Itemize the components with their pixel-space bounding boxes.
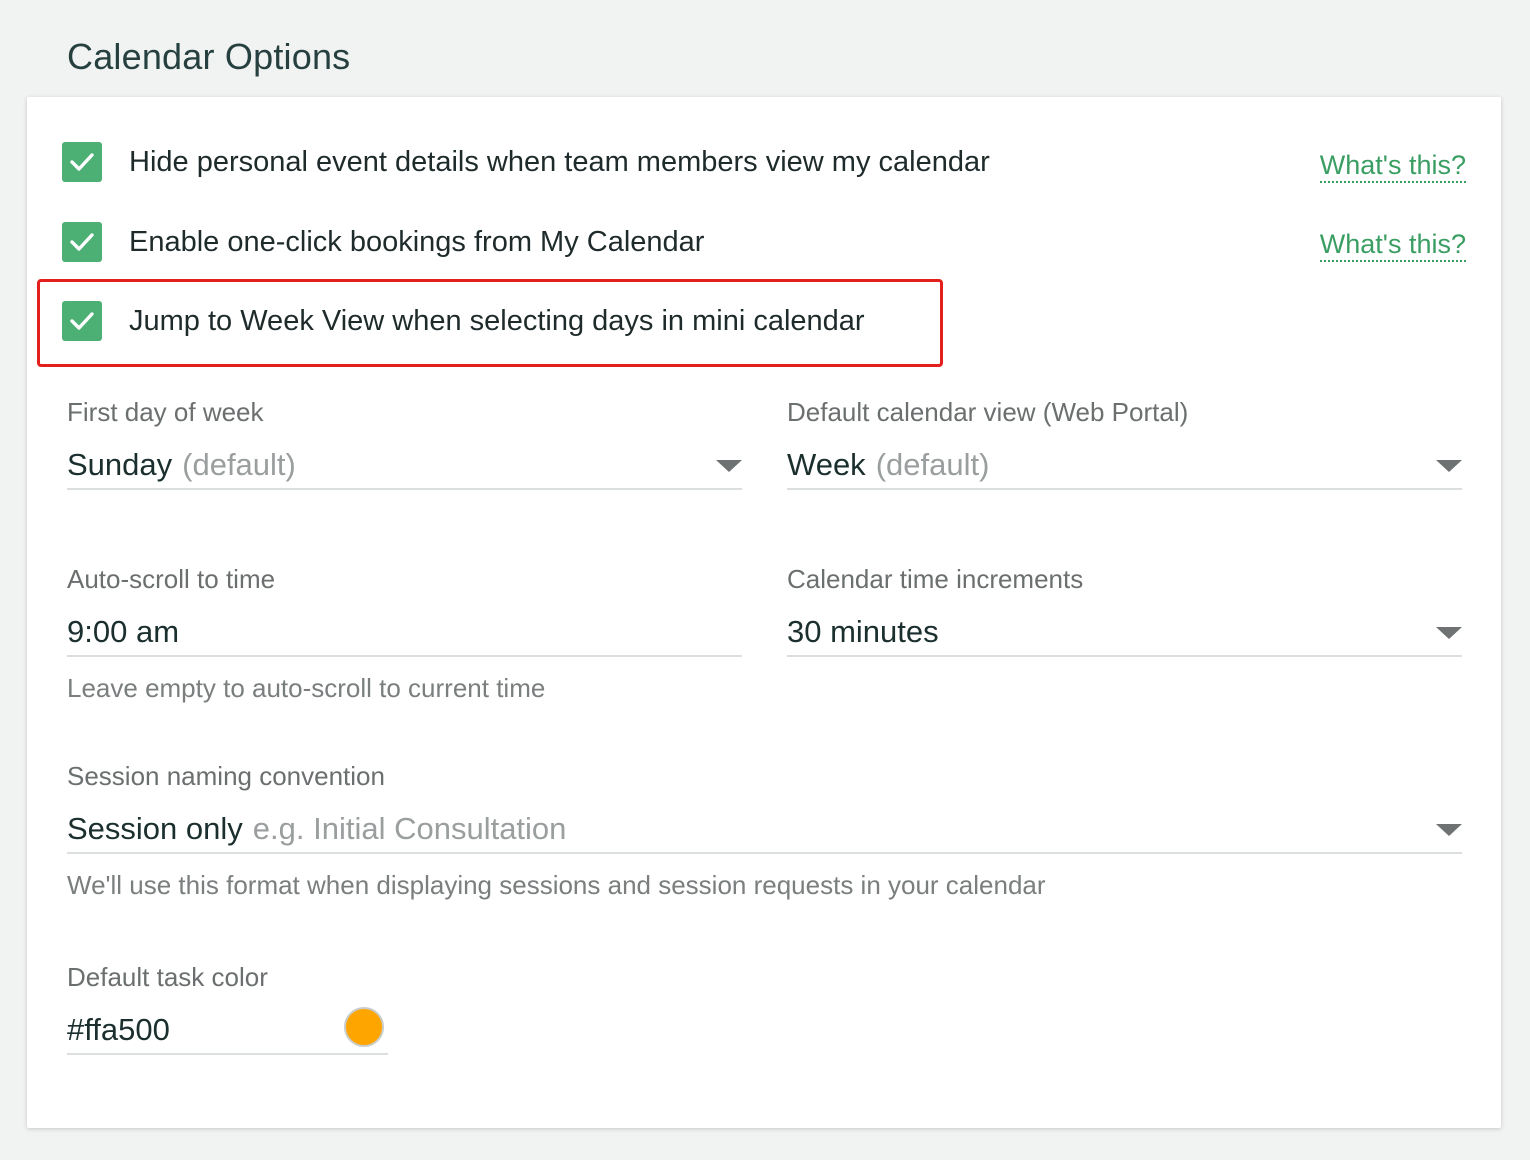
session-naming-field: Session naming convention Session only e… <box>67 761 1462 901</box>
default-calendar-view-field: Default calendar view (Web Portal) Week … <box>787 397 1462 490</box>
default-view-select[interactable]: Week (default) <box>787 442 1462 490</box>
option-jump-to-week-view[interactable]: Jump to Week View when selecting days in… <box>62 300 865 342</box>
page-title: Calendar Options <box>67 36 351 77</box>
auto-scroll-field: Auto-scroll to time 9:00 am Leave empty … <box>67 564 742 704</box>
field-label: Calendar time increments <box>787 564 1084 594</box>
whats-this-link-hide-details[interactable]: What's this? <box>1319 149 1466 183</box>
selected-value: Session only <box>67 811 243 846</box>
option-one-click-bookings[interactable]: Enable one-click bookings from My Calend… <box>62 221 704 263</box>
field-label: Default task color <box>67 962 268 992</box>
selected-value: Week <box>787 447 866 482</box>
auto-scroll-input[interactable]: 9:00 am <box>67 609 742 657</box>
selected-value: 30 minutes <box>787 614 939 649</box>
value-hint: e.g. Initial Consultation <box>252 811 567 846</box>
helper-text: We'll use this format when displaying se… <box>67 870 1046 900</box>
field-label: Session naming convention <box>67 761 385 791</box>
option-label: Jump to Week View when selecting days in… <box>129 304 865 337</box>
input-value: 9:00 am <box>67 614 180 649</box>
option-label: Hide personal event details when team me… <box>129 145 990 178</box>
selected-value: Sunday <box>67 447 173 482</box>
chevron-down-icon[interactable] <box>716 460 742 472</box>
field-label: Default calendar view (Web Portal) <box>787 397 1189 427</box>
check-icon <box>70 233 94 251</box>
value-hint: (default) <box>875 447 990 482</box>
helper-text: Leave empty to auto-scroll to current ti… <box>67 673 546 703</box>
field-label: First day of week <box>67 397 264 427</box>
field-label: Auto-scroll to time <box>67 564 276 594</box>
task-color-input[interactable]: #ffa500 <box>67 1007 388 1055</box>
session-naming-select[interactable]: Session only e.g. Initial Consultation <box>67 806 1462 854</box>
time-increments-select[interactable]: 30 minutes <box>787 609 1462 657</box>
whats-this-link-bookings[interactable]: What's this? <box>1319 228 1466 262</box>
chevron-down-icon[interactable] <box>1436 460 1462 472</box>
calendar-options-card: Hide personal event details when team me… <box>27 97 1501 1128</box>
check-icon <box>70 312 94 330</box>
task-color-field: Default task color #ffa500 <box>67 962 388 1055</box>
option-label: Enable one-click bookings from My Calend… <box>129 225 705 258</box>
value-hint: (default) <box>182 447 296 482</box>
checkbox-one-click-bookings[interactable] <box>62 222 102 262</box>
check-icon <box>70 153 94 171</box>
first-day-select[interactable]: Sunday (default) <box>67 442 742 490</box>
input-value: #ffa500 <box>67 1012 170 1047</box>
checkbox-jump-to-week-view[interactable] <box>62 301 102 341</box>
color-swatch[interactable] <box>344 1007 384 1047</box>
first-day-of-week-field: First day of week Sunday (default) <box>67 397 742 490</box>
chevron-down-icon[interactable] <box>1436 627 1462 639</box>
chevron-down-icon[interactable] <box>1436 824 1462 836</box>
option-hide-personal-details[interactable]: Hide personal event details when team me… <box>62 141 990 183</box>
time-increments-field: Calendar time increments 30 minutes <box>787 564 1462 657</box>
checkbox-hide-personal-details[interactable] <box>62 142 102 182</box>
